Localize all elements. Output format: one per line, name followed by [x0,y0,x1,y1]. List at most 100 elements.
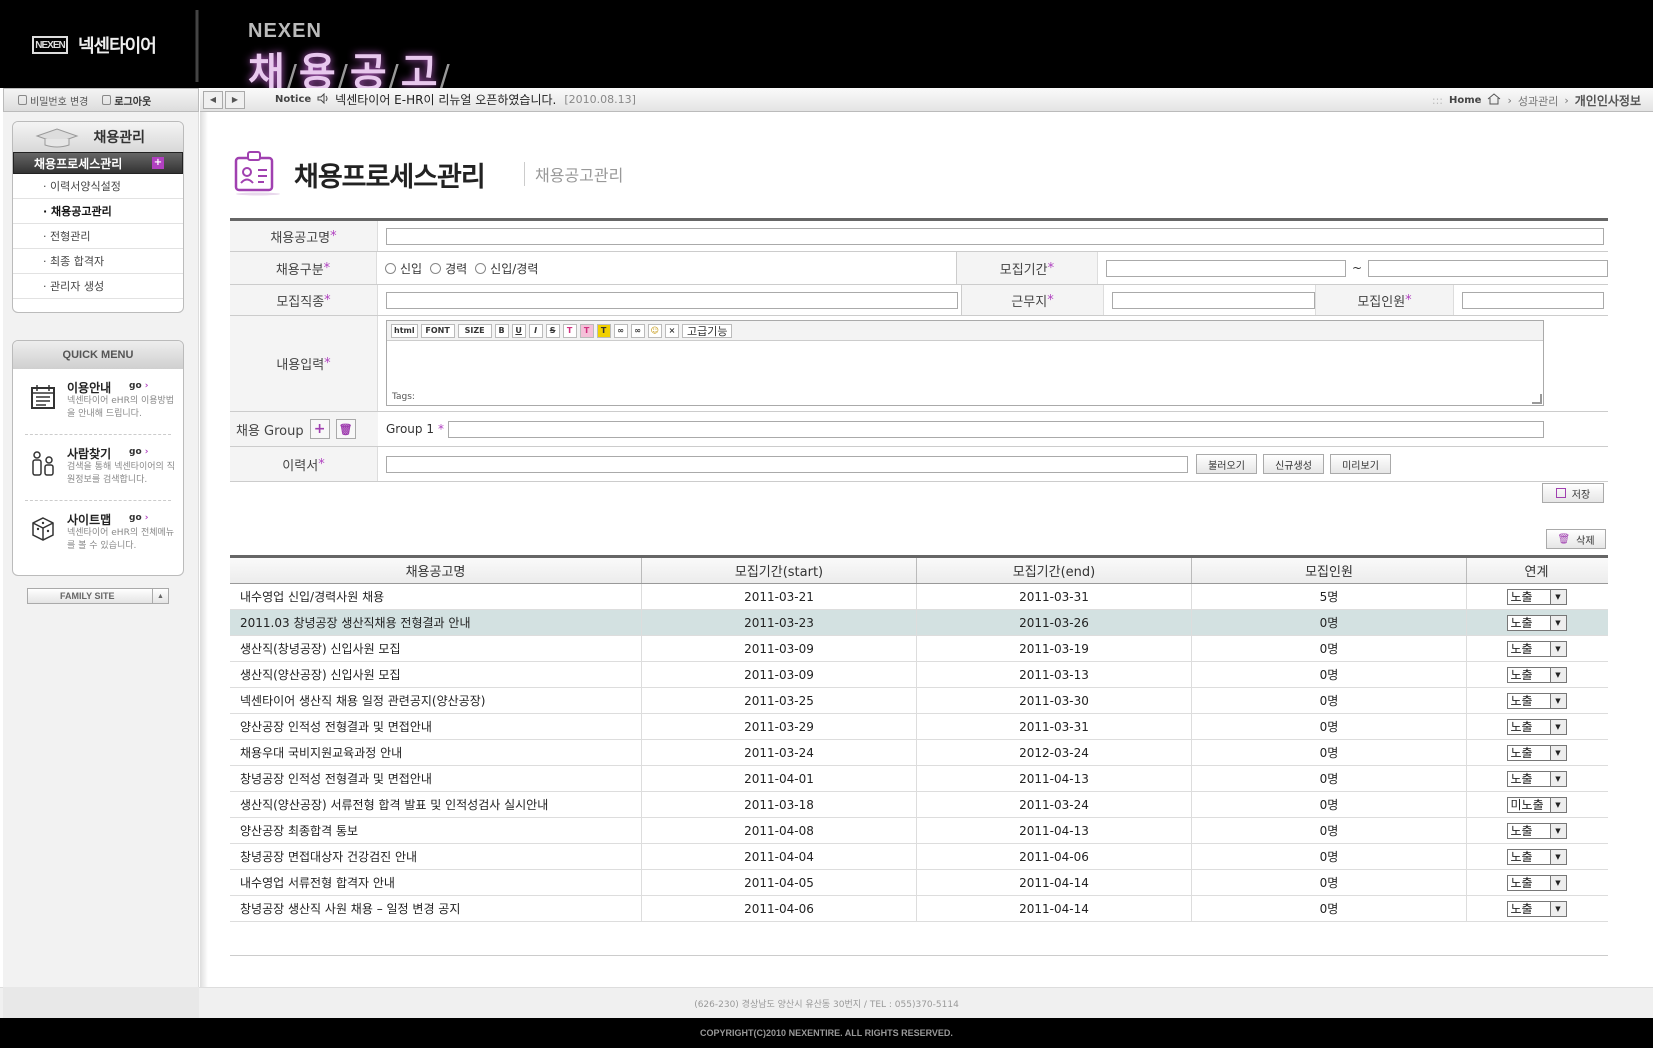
new-resume-button[interactable]: 신규생성 [1263,454,1324,474]
table-row[interactable]: 넥센타이어 생산직 채용 일정 관련공지(양산공장) 2011-03-25 2011… [230,688,1608,714]
visibility-select[interactable]: 노출 ▼ [1506,874,1567,891]
sidebar-item-admin-create[interactable]: · 관리자 생성 [13,274,183,299]
html-mode-button[interactable]: html [391,323,418,338]
table-row[interactable]: 창녕공장 인적성 전형결과 및 면접안내 2011-04-01 2011-04-13… [230,766,1608,792]
logout-link[interactable]: 로그아웃 [102,93,151,108]
cell-title[interactable]: 생산직(양산공장) 서류전형 합격 발표 및 인적성검사 실시안내 [230,792,642,817]
period-end-input[interactable] [1368,259,1608,277]
cell-title[interactable]: 생산직(창녕공장) 신입사원 모집 [230,636,642,661]
load-button[interactable]: 불러오기 [1196,454,1257,474]
cell-title[interactable]: 2011.03 창녕공장 생산직채용 전형결과 안내 [230,610,642,635]
text-bg-button[interactable]: T [579,323,594,338]
bold-button[interactable]: B [494,323,509,338]
cell-title[interactable]: 창녕공장 인적성 전형결과 및 면접안내 [230,766,642,791]
cell-title[interactable]: 내수영업 서류전형 합격자 안내 [230,870,642,895]
visibility-select[interactable]: 노출 ▼ [1506,614,1567,631]
notice-text[interactable]: 넥센타이어 E-HR이 리뉴얼 오픈하였습니다. [335,91,556,108]
advanced-features-button[interactable]: 고급기능 [681,323,733,338]
visibility-select[interactable]: 노출 ▼ [1506,640,1567,657]
cell-count: 0명 [1192,688,1467,713]
visibility-select[interactable]: 노출 ▼ [1506,744,1567,761]
visibility-select[interactable]: 노출 ▼ [1506,770,1567,787]
resume-input[interactable] [386,455,1188,473]
rich-text-editor[interactable]: html FONT SIZE B U I S T T T ∞ ∞ ☺ × 고급기… [386,320,1544,406]
radio-experienced[interactable]: 경력 [430,260,467,277]
location-input[interactable] [1112,291,1315,309]
delete-button[interactable]: 🗑 삭제 [1546,529,1606,549]
visibility-select[interactable]: 노출 ▼ [1506,588,1567,605]
visibility-value: 노출 [1510,876,1533,890]
editor-toolbar: html FONT SIZE B U I S T T T ∞ ∞ ☺ × 고급기… [387,321,1543,341]
cell-title[interactable]: 양산공장 인적성 전형결과 및 면접안내 [230,714,642,739]
highlight-button[interactable]: T [596,323,611,338]
sidebar-item-screening[interactable]: · 전형관리 [13,224,183,249]
add-group-button[interactable]: + [309,419,330,439]
table-row[interactable]: 생산직(양산공장) 서류전형 합격 발표 및 인적성검사 실시안내 2011-03… [230,792,1608,818]
go-link[interactable]: go › [129,447,149,457]
expand-icon[interactable]: + [152,157,164,169]
clear-format-icon[interactable]: × [664,323,679,338]
company-logo[interactable]: NEXEN 넥센타이어 [32,32,157,58]
visibility-select[interactable]: 미노출 ▼ [1506,796,1567,813]
prev-notice-button[interactable]: ◀ [203,90,223,109]
emoticon-icon[interactable]: ☺ [647,323,662,338]
posting-name-input[interactable] [386,227,1604,245]
visibility-select[interactable]: 노출 ▼ [1506,666,1567,683]
radio-both[interactable]: 신입/경력 [475,260,538,277]
visibility-select[interactable]: 노출 ▼ [1506,822,1567,839]
breadcrumb-dots: ::: [1431,94,1443,107]
italic-button[interactable]: I [528,323,543,338]
save-button[interactable]: 저장 [1542,483,1604,503]
underline-button[interactable]: U [511,323,526,338]
table-row[interactable]: 창녕공장 생산직 사원 채용 – 일정 변경 공지 2011-04-06 2011-… [230,896,1608,922]
visibility-select[interactable]: 노출 ▼ [1506,848,1567,865]
table-row[interactable]: 생산직(양산공장) 신입사원 모집 2011-03-09 2011-03-13 0명 노… [230,662,1608,688]
preview-button[interactable]: 미리보기 [1330,454,1391,474]
link-icon[interactable]: ∞ [613,323,628,338]
job-type-input[interactable] [386,291,958,309]
quick-menu-people[interactable]: 사람찾기 go › 검색을 통해 넥센타이어의 직원정보를 검색합니다. [25,435,175,501]
visibility-select[interactable]: 노출 ▼ [1506,692,1567,709]
group1-input[interactable] [447,420,1544,438]
cell-title[interactable]: 생산직(양산공장) 신입사원 모집 [230,662,642,687]
table-row[interactable]: 양산공장 인적성 전형결과 및 면접안내 2011-03-29 2011-03-31… [230,714,1608,740]
strike-button[interactable]: S [545,323,560,338]
radio-new[interactable]: 신입 [384,260,422,277]
sidebar-item-job-posting[interactable]: · 채용공고관리 [13,199,183,224]
table-row[interactable]: 내수영업 신입/경력사원 채용 2011-03-21 2011-03-31 5명 노출 ▼ [230,584,1608,610]
text-color-button[interactable]: T [562,323,577,338]
sidebar-item-resume-form[interactable]: · 이력서양식설정 [13,174,183,199]
go-link[interactable]: go › [129,381,149,391]
quick-menu-sitemap[interactable]: 사이트맵 go › 넥센타이어 eHR의 전체메뉴를 볼 수 있습니다. [25,501,174,567]
font-select[interactable]: FONT [420,323,455,338]
sidebar-item-recruit-process[interactable]: 채용프로세스관리 + [13,152,183,174]
unlink-icon[interactable]: ∞ [630,323,645,338]
cell-title[interactable]: 양산공장 최종합격 통보 [230,818,642,843]
password-change-link[interactable]: 비밀번호 변경 [18,93,88,108]
table-row[interactable]: 채용우대 국비지원교육과정 안내 2011-03-24 2012-03-24 0명 노출… [230,740,1608,766]
headcount-input[interactable] [1462,291,1604,309]
period-start-input[interactable] [1105,259,1346,277]
quick-menu-guide[interactable]: 이용안내 go › 넥센타이어 eHR의 이용방법을 안내해 드립니다. [25,369,174,435]
table-row[interactable]: 2011.03 창녕공장 생산직채용 전형결과 안내 2011-03-23 2011… [230,610,1608,636]
breadcrumb-item[interactable]: 성과관리 [1518,93,1558,109]
cell-title[interactable]: 창녕공장 면접대상자 건강검진 안내 [230,844,642,869]
sidebar-item-final-pass[interactable]: · 최종 합격자 [13,249,183,274]
table-row[interactable]: 내수영업 서류전형 합격자 안내 2011-04-05 2011-04-14 0명 노출… [230,870,1608,896]
breadcrumb-home[interactable]: Home [1449,95,1481,106]
go-link[interactable]: go › [129,513,149,523]
table-row[interactable]: 생산직(창녕공장) 신입사원 모집 2011-03-09 2011-03-19 0명 노… [230,636,1608,662]
size-select[interactable]: SIZE [457,323,492,338]
table-row[interactable]: 양산공장 최종합격 통보 2011-04-08 2011-04-13 0명 노출 ▼ [230,818,1608,844]
cell-title[interactable]: 창녕공장 생산직 사원 채용 – 일정 변경 공지 [230,896,642,921]
cell-title[interactable]: 내수영업 신입/경력사원 채용 [230,584,642,609]
visibility-select[interactable]: 노출 ▼ [1506,900,1567,917]
cell-title[interactable]: 채용우대 국비지원교육과정 안내 [230,740,642,765]
next-notice-button[interactable]: ▶ [225,90,245,109]
family-site-select[interactable]: FAMILY SITE ▲ [27,588,169,604]
visibility-select[interactable]: 노출 ▼ [1506,718,1567,735]
resize-grip-icon[interactable] [1532,394,1542,404]
table-row[interactable]: 창녕공장 면접대상자 건강검진 안내 2011-04-04 2011-04-06 0명… [230,844,1608,870]
cell-title[interactable]: 넥센타이어 생산직 채용 일정 관련공지(양산공장) [230,688,642,713]
trash-icon[interactable]: 🗑 [335,419,356,439]
